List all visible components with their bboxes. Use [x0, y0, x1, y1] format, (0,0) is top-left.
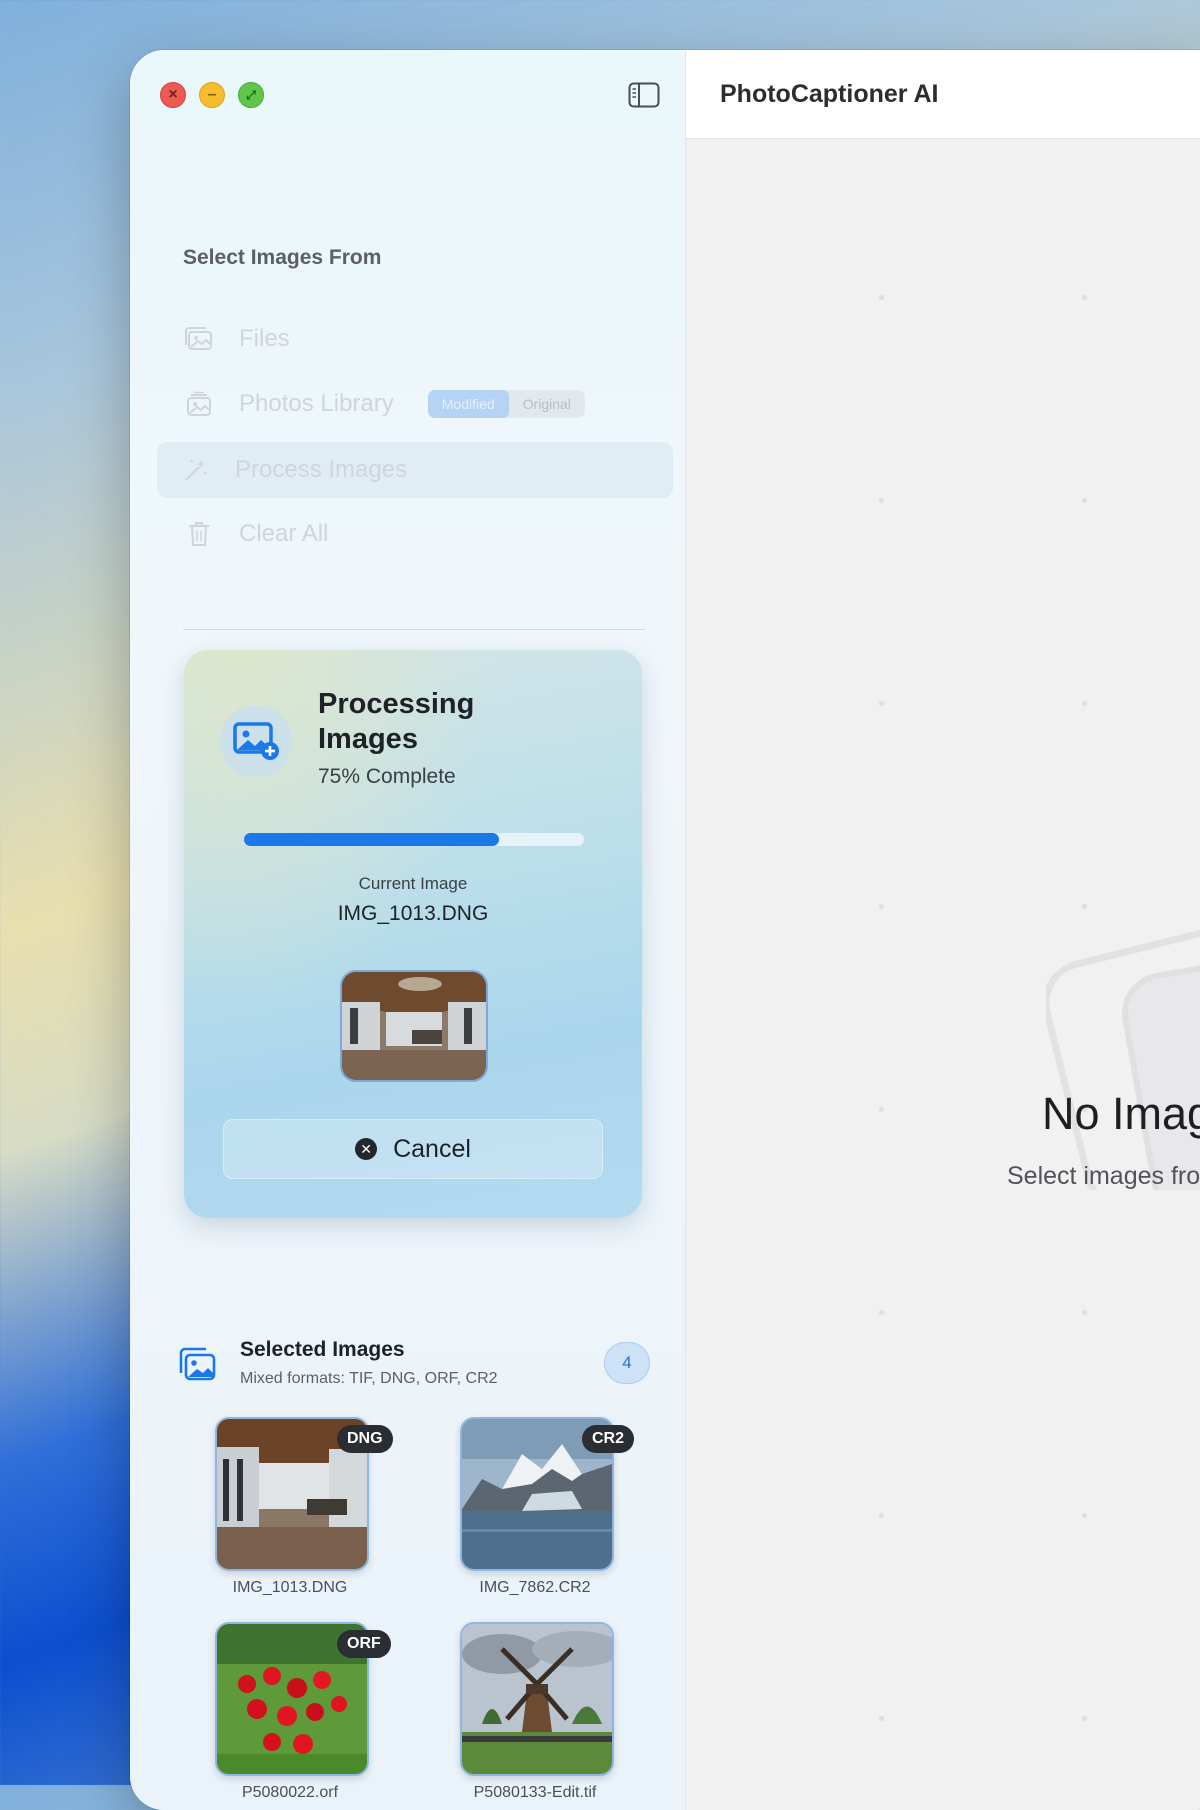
selected-images-subtitle: Mixed formats: TIF, DNG, ORF, CR2	[240, 1370, 498, 1387]
selected-images-title: Selected Images	[240, 1338, 405, 1361]
current-image-thumbnail	[340, 970, 488, 1082]
close-icon: ×	[168, 86, 178, 103]
sidebar-item-label: Photos Library	[239, 390, 394, 417]
cancel-button[interactable]: ✕ Cancel	[223, 1119, 603, 1179]
photos-version-segmented-control[interactable]: Modified Original	[427, 390, 585, 418]
main-pane: PhotoCaptioner AI No Images Pro Select i…	[686, 50, 1200, 1810]
sidebar-item-files[interactable]: Files	[175, 316, 695, 362]
magic-wand-icon	[179, 454, 211, 486]
sidebar-item-process-images[interactable]: Process Images	[157, 442, 673, 498]
processing-title: Processing Images	[318, 688, 475, 755]
sidebar-divider	[183, 629, 645, 630]
sidebar-toggle-icon[interactable]	[628, 82, 660, 108]
current-image-name: IMG_1013.DNG	[337, 902, 489, 925]
selected-count-badge: 4	[604, 1342, 650, 1384]
photo-badge-plus-icon	[220, 705, 292, 777]
processing-percent: 75% Complete	[318, 765, 456, 788]
thumbnail-label: IMG_1013.DNG	[232, 1579, 348, 1596]
progress-fill	[244, 833, 499, 846]
sidebar-item-photos-library[interactable]: Photos Library Modified Original	[175, 381, 695, 427]
format-badge: CR2	[582, 1425, 635, 1453]
photos-library-icon	[183, 388, 215, 420]
app-window: × – ⤢ Select Images From Files Photos Li…	[130, 50, 1200, 1810]
segment-original[interactable]: Original	[509, 390, 585, 418]
image-thumbnail[interactable]	[460, 1622, 614, 1776]
xmark-circle-icon: ✕	[355, 1138, 378, 1160]
toolbar: PhotoCaptioner AI	[686, 50, 1200, 139]
photos-stack-icon	[183, 323, 215, 355]
close-window-button[interactable]: ×	[160, 82, 186, 108]
minimize-icon: –	[207, 86, 217, 103]
fullscreen-icon: ⤢	[246, 88, 256, 102]
app-title: PhotoCaptioner AI	[720, 80, 939, 108]
sidebar-item-label: Clear All	[239, 520, 329, 547]
empty-state-title: No Images Pro	[1042, 1088, 1200, 1139]
thumbnail-label: IMG_7862.CR2	[479, 1579, 591, 1596]
format-badge: ORF	[337, 1630, 391, 1658]
sidebar-item-clear-all[interactable]: Clear All	[175, 511, 695, 557]
format-badge: DNG	[337, 1425, 393, 1453]
cancel-label: Cancel	[393, 1134, 471, 1163]
empty-state-subtitle: Select images from the side	[1007, 1162, 1200, 1190]
photos-stack-icon	[179, 1347, 216, 1381]
progress-bar	[244, 833, 584, 846]
sidebar-item-label: Process Images	[235, 456, 408, 483]
current-image-label: Current Image	[358, 874, 468, 893]
section-title: Select Images From	[183, 246, 382, 269]
sidebar-item-label: Files	[239, 325, 290, 352]
thumbnail-label: P5080133-Edit.tif	[473, 1784, 597, 1801]
thumbnail-label: P5080022.orf	[241, 1784, 339, 1801]
zoom-window-button[interactable]: ⤢	[238, 82, 264, 108]
minimize-window-button[interactable]: –	[199, 82, 225, 108]
processing-card: Processing Images 75% Complete Current I…	[184, 650, 642, 1218]
sidebar: × – ⤢ Select Images From Files Photos Li…	[130, 50, 686, 1810]
segment-modified[interactable]: Modified	[427, 390, 509, 418]
trash-icon	[183, 518, 215, 550]
